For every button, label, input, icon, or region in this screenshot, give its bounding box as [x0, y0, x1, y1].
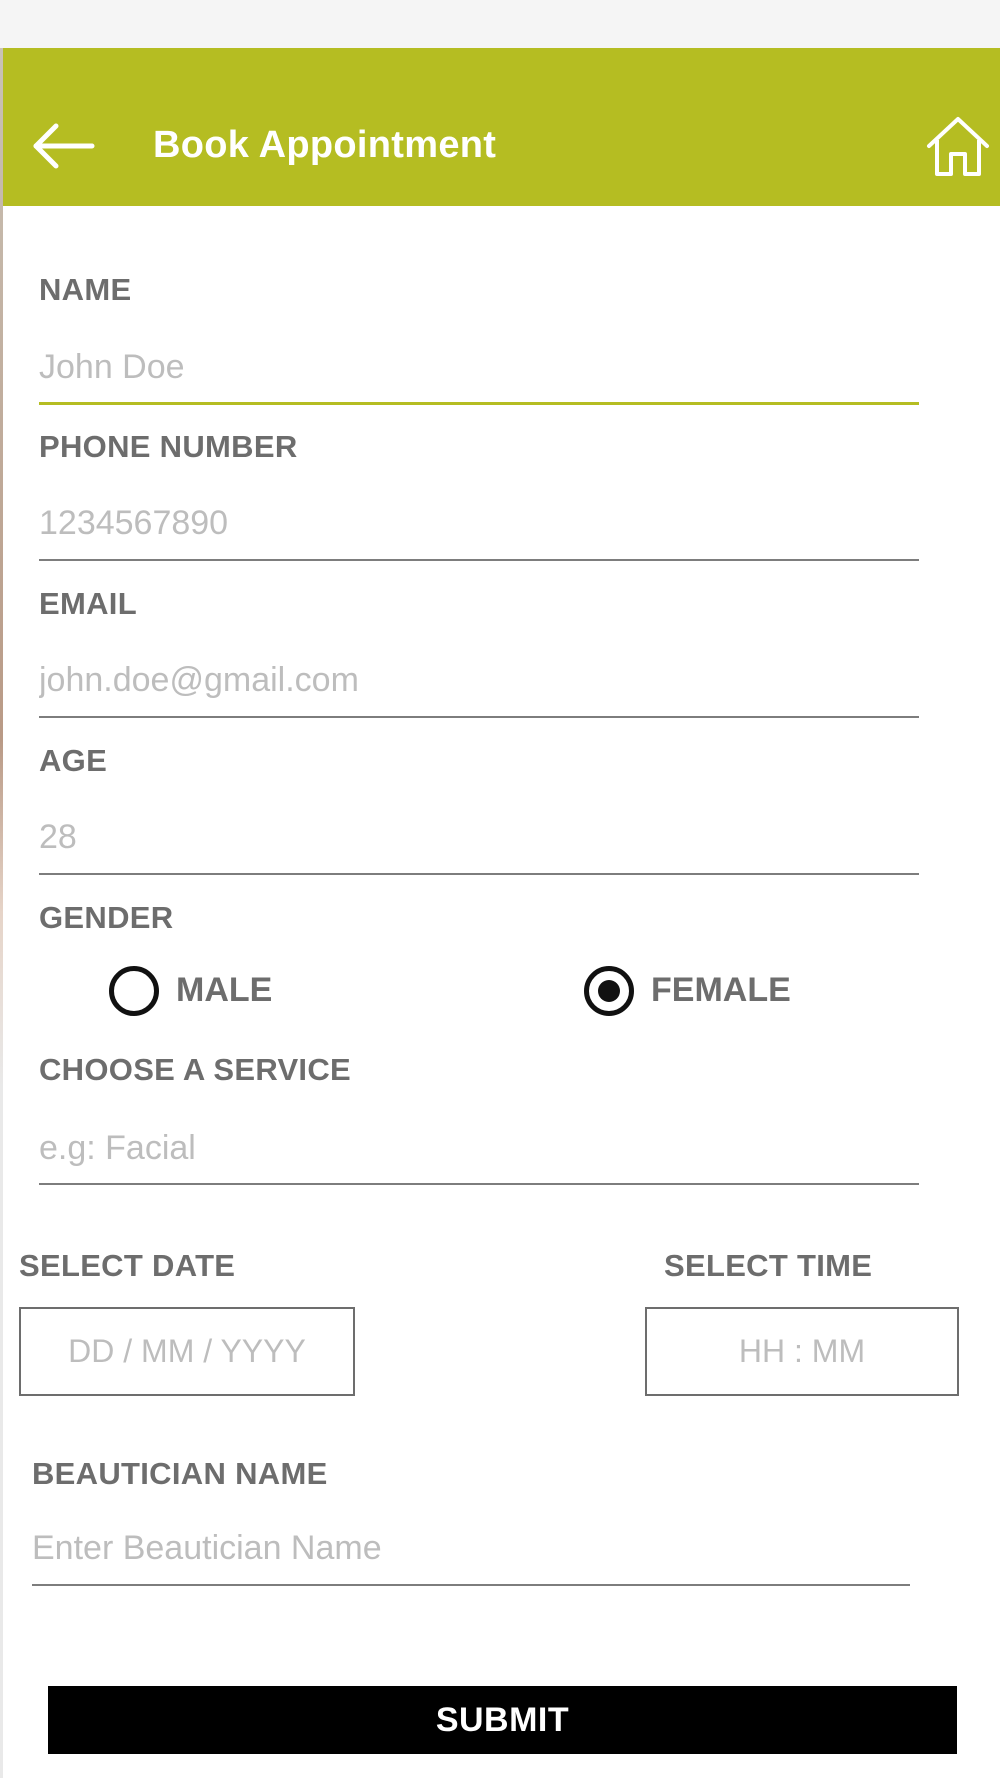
service-underline	[39, 1183, 919, 1185]
back-button[interactable]	[28, 112, 98, 182]
status-bar	[0, 0, 1000, 48]
beautician-underline	[32, 1584, 910, 1586]
gender-female-label[interactable]: FEMALE	[651, 971, 791, 1010]
age-label: AGE	[39, 743, 108, 778]
submit-button[interactable]: SUBMIT	[48, 1686, 957, 1754]
email-input[interactable]	[39, 655, 919, 705]
service-input[interactable]	[39, 1123, 919, 1173]
background-edge	[0, 48, 3, 1778]
home-icon	[927, 117, 989, 176]
gender-female-radio[interactable]	[584, 966, 634, 1016]
page-title: Book Appointment	[153, 124, 497, 166]
phone-underline	[39, 559, 919, 561]
home-button[interactable]	[925, 114, 991, 180]
time-label: SELECT TIME	[664, 1248, 873, 1283]
gender-male-radio[interactable]	[109, 966, 159, 1016]
email-underline	[39, 716, 919, 718]
name-input[interactable]	[39, 342, 919, 392]
gender-label: GENDER	[39, 900, 174, 935]
gender-male-label[interactable]: MALE	[176, 971, 272, 1010]
name-label: NAME	[39, 272, 132, 307]
name-underline	[39, 402, 919, 405]
phone-label: PHONE NUMBER	[39, 429, 298, 464]
age-input[interactable]	[39, 812, 919, 862]
arrow-left-icon	[33, 123, 95, 169]
time-input[interactable]: HH : MM	[645, 1307, 959, 1396]
service-label: CHOOSE A SERVICE	[39, 1052, 351, 1087]
beautician-input[interactable]	[32, 1523, 910, 1573]
phone-input[interactable]	[39, 498, 919, 548]
date-label: SELECT DATE	[19, 1248, 236, 1283]
email-label: EMAIL	[39, 586, 137, 621]
date-input[interactable]: DD / MM / YYYY	[19, 1307, 355, 1396]
age-underline	[39, 873, 919, 875]
beautician-label: BEAUTICIAN NAME	[32, 1456, 328, 1491]
